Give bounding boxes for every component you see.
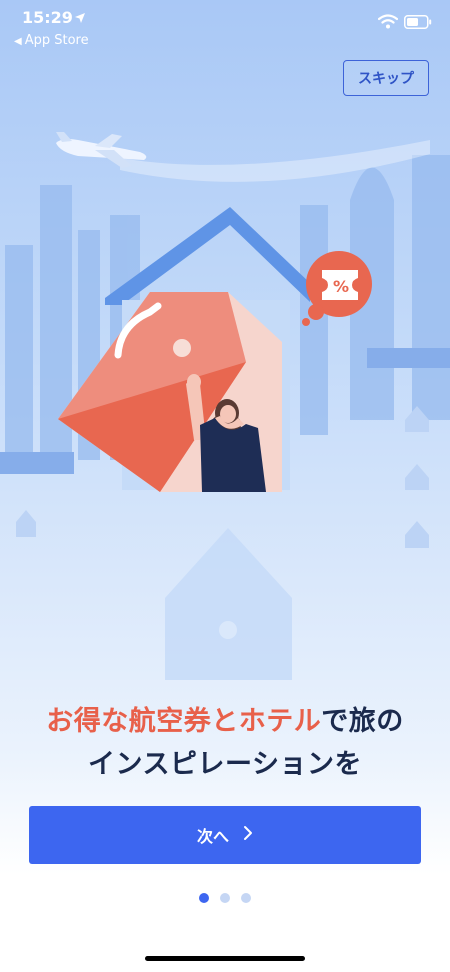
wifi-icon [377,14,399,33]
headline-accent-hotels: ホテル [238,706,322,737]
status-time: 15:29 [22,8,73,27]
location-arrow-icon [74,9,86,28]
chevron-right-icon [243,825,253,845]
page-indicator [0,893,450,903]
next-button-label: 次へ [196,827,229,846]
back-app-label: App Store [24,33,89,48]
hero-illustration-svg: % [0,132,450,690]
home-indicator[interactable] [145,956,305,961]
headline-accent-join: と [211,706,239,737]
coupon-discount-label: % [333,277,349,296]
headline-accent-flights: お得な航空券 [46,706,212,737]
background-house [165,528,292,690]
background-house-window [219,621,237,639]
status-bar: 15:29 ◀ App Store [0,0,450,50]
page-dot-2[interactable] [220,893,230,903]
skip-button[interactable]: スキップ [343,60,429,96]
headline-line-2: インスピレーションを [88,749,362,780]
headline-line-1: お得な航空券とホテルで旅の [0,700,450,743]
battery-icon [404,14,432,33]
back-triangle-icon: ◀ [14,36,22,47]
building-ledge-left [0,452,74,474]
next-button[interactable]: 次へ [29,806,421,864]
back-to-app-store[interactable]: ◀ App Store [14,33,89,48]
onboarding-headline: お得な航空券とホテルで旅の インスピレーションを [0,700,450,786]
headline-rest: で旅の [321,706,404,737]
page-dot-1[interactable] [199,893,209,903]
hero-illustration: % [0,120,450,690]
building-ledge-right [367,348,450,368]
page-dot-3[interactable] [241,893,251,903]
